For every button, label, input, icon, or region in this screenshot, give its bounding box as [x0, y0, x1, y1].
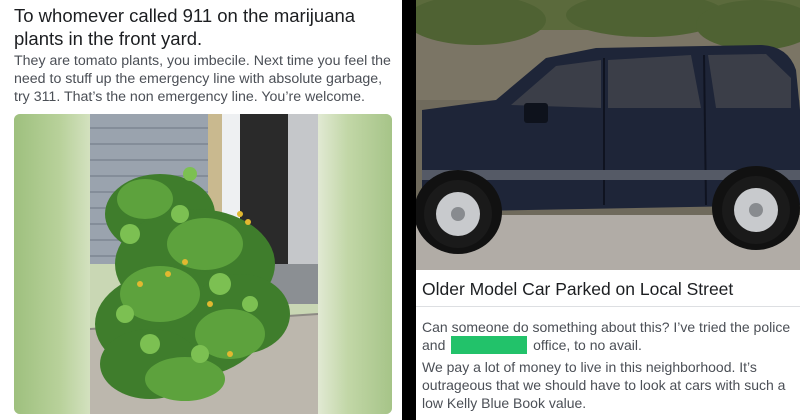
blurred-photo-edge-right — [318, 114, 392, 414]
redaction-bar — [451, 336, 528, 354]
car-post-paragraph-1: Can someone do something about this? I’v… — [422, 318, 796, 354]
post-body: They are tomato plants, you imbecile. Ne… — [14, 53, 391, 105]
left-post: To whomever called 911 on the marijuana … — [0, 0, 402, 420]
car-post-title: Older Model Car Parked on Local Street — [422, 279, 734, 299]
title-divider — [416, 306, 800, 307]
car-photo[interactable] — [416, 0, 800, 270]
tomato-plant-photo[interactable] — [14, 114, 392, 414]
post-title: To whomever called 911 on the marijuana … — [14, 5, 356, 49]
blurred-photo-edge-left — [14, 114, 90, 414]
panel-divider — [402, 0, 416, 420]
right-post: Older Model Car Parked on Local Street C… — [416, 0, 800, 420]
plant-image — [90, 114, 318, 414]
car-post-paragraph-2: We pay a lot of money to live in this ne… — [422, 359, 786, 411]
paragraph-1-end: office, to no avail. — [533, 337, 642, 353]
